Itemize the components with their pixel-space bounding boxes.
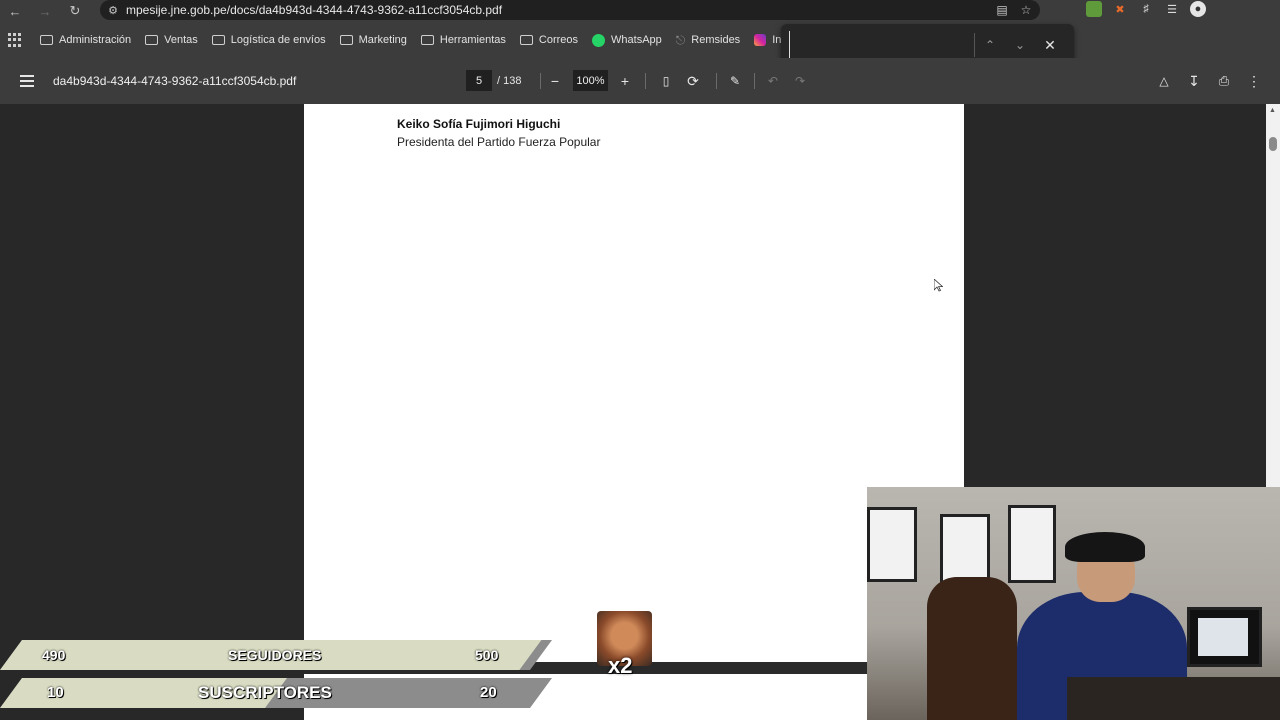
whatsapp-icon	[592, 33, 606, 47]
reading-list-icon[interactable]: ☰	[1164, 1, 1180, 17]
bookmark-remsides[interactable]: ⎋ Remsides	[676, 33, 740, 48]
bookmark-label: Administración	[59, 34, 132, 46]
bookmark-label: Correos	[538, 34, 579, 46]
extension-icon[interactable]: ✖	[1112, 1, 1128, 17]
laptop-screen	[1187, 607, 1262, 667]
url-text: mpesije.jne.gob.pe/docs/da4b943d-4344-47…	[126, 3, 503, 17]
rotate-icon[interactable]: ⟳	[683, 71, 703, 91]
zoom-out-icon[interactable]: −	[545, 71, 565, 91]
reload-icon[interactable]: ↻	[60, 0, 90, 22]
forward-icon[interactable]: →	[30, 0, 60, 22]
chair	[927, 577, 1017, 720]
toolbar-divider	[716, 73, 717, 89]
subscribers-label: SUSCRIPTORES	[198, 683, 332, 702]
screen: ← → ↻ ⚙ mpesije.jne.gob.pe/docs/da4b943d…	[0, 0, 1280, 720]
followers-goal: 500	[475, 647, 499, 663]
bookmark-label: WhatsApp	[611, 34, 662, 46]
bookmark-label: Herramientas	[439, 34, 506, 46]
webcam-feed	[867, 487, 1280, 720]
bookmark-ventas[interactable]: Ventas	[145, 34, 198, 46]
page-total: / 138	[497, 75, 522, 87]
menu-icon[interactable]	[20, 75, 34, 87]
bookmark-star-icon[interactable]: ☆	[1018, 2, 1034, 18]
signer-title: Presidenta del Partido Fuerza Popular	[397, 135, 601, 149]
profile-avatar-icon[interactable]: ●	[1190, 1, 1206, 17]
folder-icon	[211, 35, 225, 45]
site-settings-icon[interactable]: ⚙	[100, 4, 126, 17]
reader-mode-icon[interactable]: ▤	[994, 2, 1010, 18]
find-close-icon[interactable]: ✕	[1035, 37, 1065, 54]
wall-poster	[940, 514, 990, 584]
signer-name: Keiko Sofía Fujimori Higuchi	[397, 117, 561, 131]
bookmark-correos[interactable]: Correos	[519, 34, 579, 46]
followers-label: SEGUIDORES	[228, 647, 322, 663]
bookmark-administracion[interactable]: Administración	[40, 34, 131, 46]
toolbar-divider	[754, 73, 755, 89]
undo-icon[interactable]: ↶	[763, 71, 783, 91]
wall-poster	[1008, 505, 1056, 583]
bookmark-whatsapp[interactable]: WhatsApp	[592, 33, 662, 47]
browser-toolbar: ← → ↻ ⚙ mpesije.jne.gob.pe/docs/da4b943d…	[0, 0, 1280, 22]
more-options-icon[interactable]: ⋮	[1244, 71, 1264, 91]
extension-icon[interactable]	[1086, 1, 1102, 17]
folder-icon	[145, 35, 159, 45]
fit-page-icon[interactable]: ▯	[656, 71, 676, 91]
print-icon[interactable]: ⎙	[1214, 71, 1234, 91]
zoom-in-icon[interactable]: +	[615, 71, 635, 91]
back-icon[interactable]: ←	[0, 0, 30, 22]
folder-icon	[519, 35, 533, 45]
folder-icon	[420, 35, 434, 45]
bookmark-label: Marketing	[358, 34, 407, 46]
subscribers-current: 10	[47, 684, 64, 701]
bookmark-label: Ventas	[164, 34, 198, 46]
address-bar[interactable]: ⚙ mpesije.jne.gob.pe/docs/da4b943d-4344-…	[100, 0, 1040, 20]
redo-icon[interactable]: ↷	[790, 71, 810, 91]
bookmark-logistica[interactable]: Logística de envíos	[211, 34, 326, 46]
scrollbar-thumb[interactable]	[1269, 137, 1277, 151]
bookmark-label: Logística de envíos	[230, 34, 326, 46]
download-icon[interactable]: ↧	[1184, 71, 1204, 91]
folder-icon	[339, 35, 353, 45]
find-next-icon[interactable]: ⌄	[1005, 38, 1035, 52]
subscribers-goal: 20	[480, 684, 497, 701]
drive-save-icon[interactable]: △	[1154, 71, 1174, 91]
draw-icon[interactable]: ✎	[725, 71, 745, 91]
wall-poster	[867, 507, 917, 582]
zoom-level-input[interactable]: 100%	[573, 70, 608, 91]
desk	[1067, 677, 1280, 720]
person-cap	[1065, 532, 1145, 562]
toolbar-divider	[540, 73, 541, 89]
instagram-icon	[754, 34, 767, 46]
scroll-up-icon[interactable]: ▲	[1269, 107, 1276, 114]
toolbar-divider	[645, 73, 646, 89]
folder-icon	[40, 35, 53, 45]
followers-current: 490	[42, 647, 66, 663]
find-previous-icon[interactable]: ⌃	[975, 38, 1005, 52]
apps-grid-icon[interactable]	[8, 33, 22, 47]
page-number-input[interactable]: 5	[466, 70, 492, 91]
emote-multiplier: x2	[608, 653, 633, 678]
bookmark-label: Remsides	[691, 34, 741, 46]
bookmark-herramientas[interactable]: Herramientas	[420, 34, 506, 46]
pdf-title: da4b943d-4344-4743-9362-a11ccf3054cb.pdf	[53, 74, 297, 88]
find-input[interactable]	[789, 31, 974, 59]
pdf-toolbar: da4b943d-4344-4743-9362-a11ccf3054cb.pdf…	[0, 58, 1280, 104]
bookmark-marketing[interactable]: Marketing	[339, 34, 407, 46]
bookmarks-bar: Administración Ventas Logística de envío…	[0, 22, 1280, 58]
extensions-puzzle-icon[interactable]: ♯	[1138, 1, 1154, 17]
link-icon: ⎋	[675, 32, 686, 47]
